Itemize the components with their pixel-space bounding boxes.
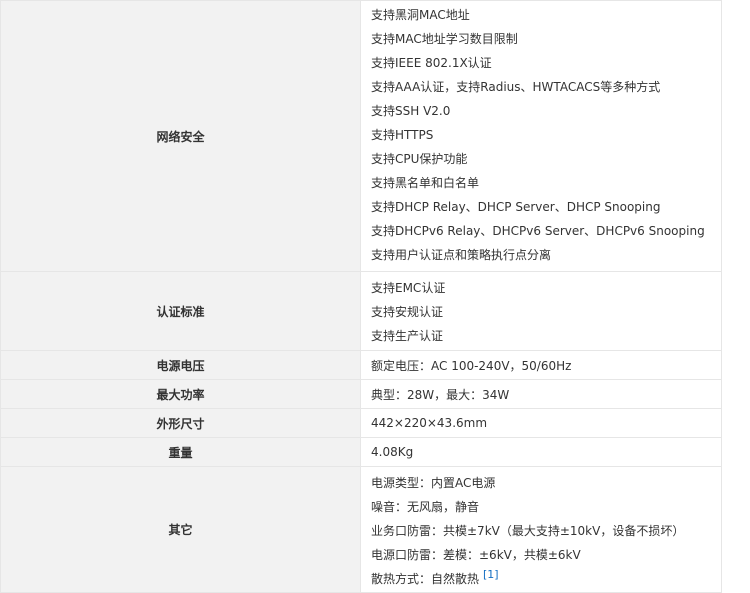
spec-value-line: 支持EMC认证 xyxy=(371,281,446,295)
spec-value-line: 电源类型：内置AC电源 xyxy=(371,475,496,490)
spec-row-max-power: 最大功率 典型：28W，最大：34W xyxy=(0,379,722,409)
spec-value-line: 支持DHCP Relay、DHCP Server、DHCP Snooping xyxy=(371,200,661,214)
spec-row-power-voltage: 电源电压 额定电压：AC 100-240V，50/60Hz xyxy=(0,350,722,380)
footnote-reference-link[interactable]: [1] xyxy=(483,568,499,581)
spec-value-line: 支持黑名单和白名单 xyxy=(371,176,480,190)
spec-value-line: 支持生产认证 xyxy=(371,329,444,343)
spec-value-line: 支持IEEE 802.1X认证 xyxy=(371,56,492,70)
spec-value: 442×220×43.6mm xyxy=(360,408,722,438)
spec-value: 支持黑洞MAC地址 支持MAC地址学习数目限制 支持IEEE 802.1X认证 … xyxy=(360,0,722,272)
spec-row-dimensions: 外形尺寸 442×220×43.6mm xyxy=(0,408,722,438)
spec-label: 其它 xyxy=(0,466,361,593)
spec-value-line: 支持DHCPv6 Relay、DHCPv6 Server、DHCPv6 Snoo… xyxy=(371,224,705,238)
spec-label: 最大功率 xyxy=(0,379,361,409)
spec-value-line: 噪音：无风扇，静音 xyxy=(371,499,480,514)
spec-label: 网络安全 xyxy=(0,0,361,272)
spec-value: 支持EMC认证 支持安规认证 支持生产认证 xyxy=(360,271,722,351)
spec-table: 网络安全 支持黑洞MAC地址 支持MAC地址学习数目限制 支持IEEE 802.… xyxy=(0,0,722,593)
spec-value-line: 业务口防雷：共模±7kV（最大支持±10kV，设备不损坏） xyxy=(371,523,685,538)
spec-value: 4.08Kg xyxy=(360,437,722,467)
spec-value-line: 散热方式：自然散热 [1] xyxy=(371,567,721,591)
spec-value-line: 电源口防雷：差模：±6kV，共模±6kV xyxy=(371,547,581,562)
spec-value-line: 支持AAA认证，支持Radius、HWTACACS等多种方式 xyxy=(371,80,661,94)
spec-value: 额定电压：AC 100-240V，50/60Hz xyxy=(360,350,722,380)
spec-value-line: 支持安规认证 xyxy=(371,305,444,319)
spec-label: 电源电压 xyxy=(0,350,361,380)
spec-value-line: 支持CPU保护功能 xyxy=(371,152,468,166)
spec-value: 电源类型：内置AC电源 噪音：无风扇，静音 业务口防雷：共模±7kV（最大支持±… xyxy=(360,466,722,593)
spec-label: 重量 xyxy=(0,437,361,467)
spec-value-line: 支持SSH V2.0 xyxy=(371,104,451,118)
spec-value-line: 支持MAC地址学习数目限制 xyxy=(371,32,518,46)
spec-row-network-security: 网络安全 支持黑洞MAC地址 支持MAC地址学习数目限制 支持IEEE 802.… xyxy=(0,0,722,272)
spec-row-other: 其它 电源类型：内置AC电源 噪音：无风扇，静音 业务口防雷：共模±7kV（最大… xyxy=(0,466,722,593)
spec-row-certification: 认证标准 支持EMC认证 支持安规认证 支持生产认证 xyxy=(0,271,722,351)
spec-label: 外形尺寸 xyxy=(0,408,361,438)
spec-row-weight: 重量 4.08Kg xyxy=(0,437,722,467)
spec-value-line: 支持黑洞MAC地址 xyxy=(371,8,470,22)
spec-value: 典型：28W，最大：34W xyxy=(360,379,722,409)
spec-value-text: 散热方式：自然散热 xyxy=(371,571,480,586)
spec-value-line: 支持HTTPS xyxy=(371,128,434,142)
spec-label: 认证标准 xyxy=(0,271,361,351)
spec-value-line: 支持用户认证点和策略执行点分离 xyxy=(371,248,552,262)
